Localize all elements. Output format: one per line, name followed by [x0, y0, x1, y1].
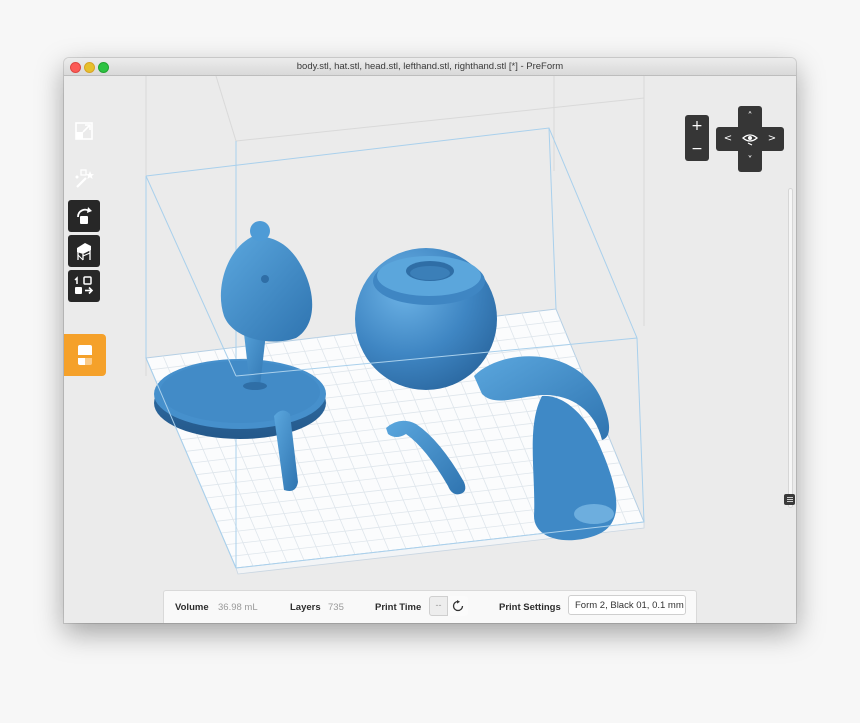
app-window: body.stl, hat.stl, head.stl, lefthand.st…: [64, 58, 796, 623]
print-time-field: --: [429, 596, 468, 616]
layers-value: 735: [328, 602, 344, 613]
print-settings-field[interactable]: Form 2, Black 01, 0.1 mm: [568, 595, 686, 615]
print-time-label: Print Time: [375, 602, 422, 613]
tool-layout[interactable]: [68, 270, 100, 302]
tool-fit-window[interactable]: [68, 115, 100, 147]
layers-label: Layers: [290, 602, 321, 613]
pan-left-button[interactable]: <: [718, 129, 738, 149]
volume-label: Volume: [175, 602, 209, 613]
volume-value: 36.98 mL: [218, 602, 258, 613]
tool-orientation[interactable]: [68, 200, 100, 232]
view-slider-handle[interactable]: [784, 494, 795, 505]
pan-up-button[interactable]: ˄: [740, 107, 760, 127]
window-title: body.stl, hat.stl, head.stl, lefthand.st…: [296, 61, 564, 72]
view-reset-button[interactable]: [740, 129, 760, 149]
zoom-in-button[interactable]: +: [685, 115, 709, 138]
camera-nav-pad: ˄ ˅ < >: [716, 106, 784, 172]
tool-supports[interactable]: [68, 235, 100, 267]
print-time-value: --: [435, 600, 442, 610]
title-bar: body.stl, hat.stl, head.stl, lefthand.st…: [64, 58, 796, 76]
zoom-out-button[interactable]: −: [685, 138, 709, 161]
model-head[interactable]: [220, 221, 313, 342]
status-bar: Volume 36.98 mL Layers 735 Print Time --…: [163, 590, 697, 623]
recalculate-button[interactable]: [447, 596, 468, 616]
rotate-icon: [77, 207, 92, 224]
view-slider-track[interactable]: [788, 188, 793, 508]
layout-icon: [74, 276, 94, 295]
print-settings-label: Print Settings: [499, 602, 561, 613]
refresh-icon: [452, 600, 464, 612]
expand-icon: [75, 122, 93, 140]
model-hat[interactable]: [355, 248, 497, 390]
magic-wand-icon: [75, 169, 94, 188]
pan-down-button[interactable]: ˅: [740, 151, 760, 171]
print-icon: [78, 345, 92, 365]
supports-icon: [77, 243, 91, 261]
tool-print[interactable]: [64, 334, 106, 376]
eye-icon: [742, 134, 758, 146]
3d-viewport[interactable]: + − ˄ ˅ < > Volume 36.98 mL Layers 735 P…: [64, 76, 796, 623]
zoom-controls: + −: [685, 115, 709, 161]
pan-right-button[interactable]: >: [762, 129, 782, 149]
tool-one-click-print[interactable]: [68, 163, 100, 195]
